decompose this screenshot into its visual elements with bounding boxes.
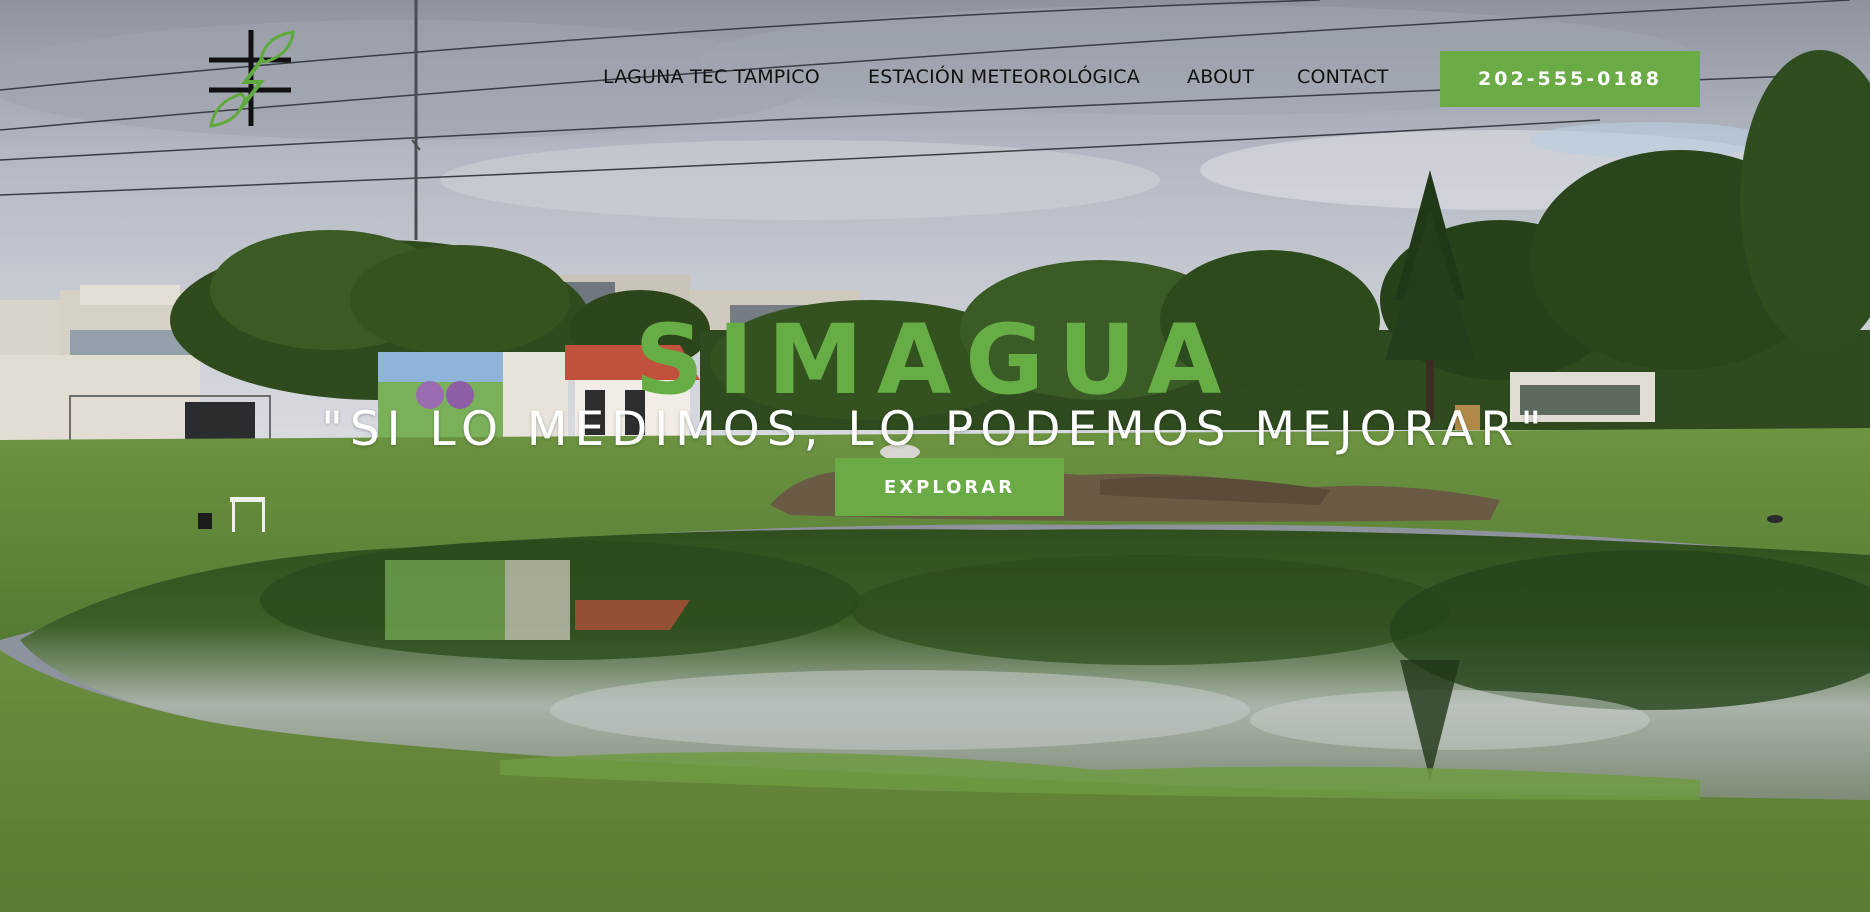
explore-button[interactable]: EXPLORAR xyxy=(835,458,1064,516)
hero-tagline: "SI LO MEDIMOS, LO PODEMOS MEJORAR" xyxy=(321,402,1549,457)
nav-item-about[interactable]: ABOUT xyxy=(1187,66,1254,88)
hero-section: LAGUNA TEC TAMPICO ESTACIÓN METEOROLÓGIC… xyxy=(0,0,1870,912)
nav-item-contact[interactable]: CONTACT xyxy=(1297,66,1389,88)
nav-item-laguna-tec-tampico[interactable]: LAGUNA TEC TAMPICO xyxy=(603,66,820,88)
site-header: LAGUNA TEC TAMPICO ESTACIÓN METEOROLÓGIC… xyxy=(0,0,1870,160)
hero-title: SIMAGUA xyxy=(634,304,1236,417)
phone-call-button[interactable]: 202-555-0188 xyxy=(1440,51,1700,107)
nav-item-estacion-meteorologica[interactable]: ESTACIÓN METEOROLÓGICA xyxy=(868,66,1140,88)
